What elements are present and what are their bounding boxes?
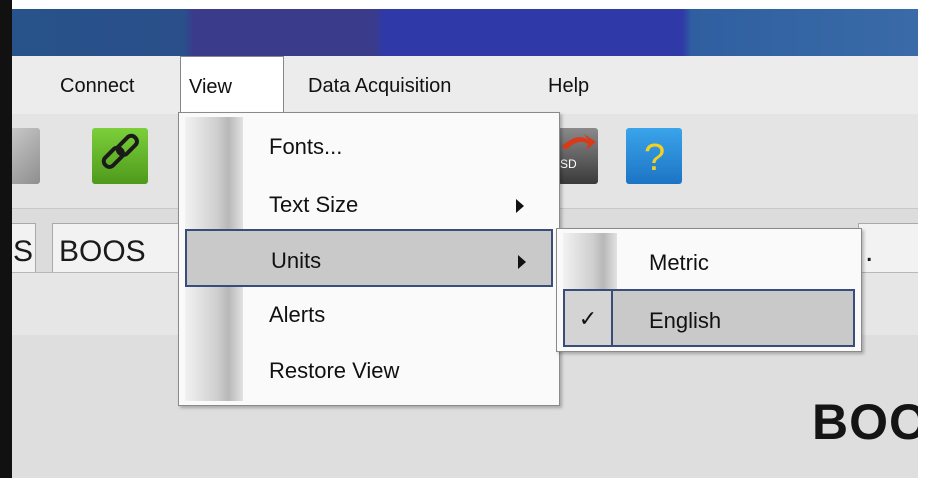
submenu-item-metric[interactable]: Metric: [557, 233, 861, 291]
help-icon[interactable]: ?: [626, 128, 682, 184]
bottom-border: [0, 478, 931, 489]
title-bar: [12, 9, 918, 56]
chain-link-icon: [101, 133, 139, 169]
left-border: [0, 0, 12, 478]
checkmark-icon: ✓: [565, 291, 613, 345]
menu-item-text-size[interactable]: Text Size: [179, 175, 559, 233]
menu-item-label: Units: [271, 248, 322, 273]
menu-connect[interactable]: Connect: [52, 56, 143, 114]
menu-item-label: Text Size: [269, 192, 359, 217]
right-border: [918, 0, 931, 489]
svg-text:?: ?: [644, 137, 665, 179]
menu-item-alerts[interactable]: Alerts: [179, 285, 559, 343]
download-icon[interactable]: SD: [558, 128, 598, 184]
app-window: Connect View Data Acquisition Help SD ? …: [0, 0, 931, 489]
submenu-arrow-icon: [516, 199, 524, 213]
red-arrow-icon: SD: [560, 134, 596, 171]
submenu-item-label: English: [649, 308, 722, 333]
tab-boost[interactable]: BOOS: [52, 223, 192, 275]
menu-view[interactable]: View: [180, 56, 284, 112]
units-submenu: Metric ✓ English: [556, 228, 862, 352]
menu-item-label: Restore View: [269, 358, 400, 383]
view-dropdown-menu: Fonts... Text Size Units Alerts Restore …: [178, 112, 560, 406]
menu-item-fonts[interactable]: Fonts...: [179, 117, 559, 175]
connect-link-icon[interactable]: [92, 128, 148, 184]
menu-bar: Connect View Data Acquisition Help: [12, 56, 918, 114]
menu-data-acquisition[interactable]: Data Acquisition: [300, 56, 459, 114]
menu-item-restore-view[interactable]: Restore View: [179, 341, 559, 399]
menu-help[interactable]: Help: [540, 56, 597, 114]
menu-item-label: Fonts...: [269, 134, 343, 159]
top-border: [0, 0, 931, 9]
menu-item-label: Alerts: [269, 302, 326, 327]
submenu-item-label: Metric: [649, 250, 709, 275]
question-mark-icon: ?: [644, 137, 665, 179]
gauge-title: BOO: [812, 394, 929, 450]
submenu-arrow-icon: [518, 255, 526, 269]
menu-item-units[interactable]: Units: [185, 229, 553, 287]
submenu-item-english[interactable]: ✓ English: [563, 289, 855, 347]
svg-text:SD: SD: [560, 157, 577, 171]
